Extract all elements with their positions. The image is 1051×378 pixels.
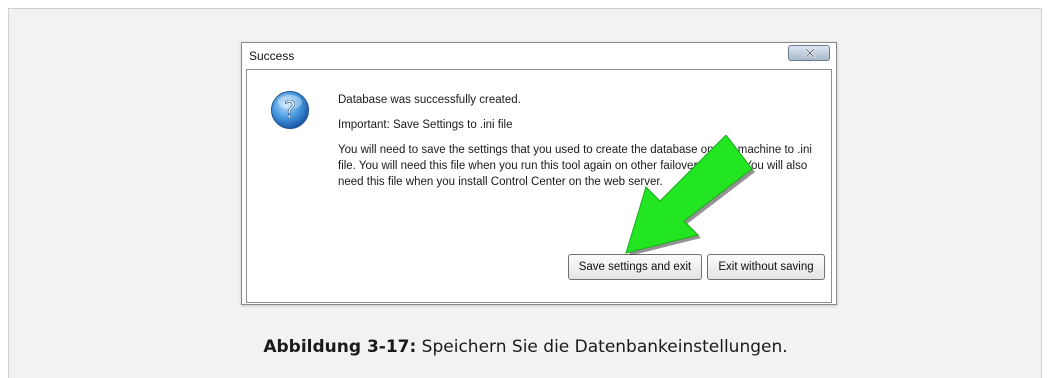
save-settings-and-exit-button[interactable]: Save settings and exit [568, 254, 702, 280]
caption-text: Speichern Sie die Datenbankeinstellungen… [416, 337, 788, 357]
green-arrow-icon [625, 135, 755, 255]
close-button[interactable] [788, 45, 830, 61]
important-notice: Important: Save Settings to .ini file [338, 119, 513, 131]
close-icon [804, 48, 816, 58]
question-icon: ? [271, 91, 309, 129]
svg-text:?: ? [284, 96, 297, 124]
success-message: Database was successfully created. [338, 94, 521, 106]
dialog-title: Success [249, 49, 295, 63]
exit-without-saving-button[interactable]: Exit without saving [707, 254, 825, 280]
figure-frame: Success ? Database was successfully crea… [8, 8, 1042, 378]
figure-caption: Abbildung 3-17: Speichern Sie die Datenb… [0, 337, 1051, 357]
dialog-titlebar: Success [242, 43, 836, 69]
caption-label: Abbildung 3-17: [263, 337, 417, 357]
